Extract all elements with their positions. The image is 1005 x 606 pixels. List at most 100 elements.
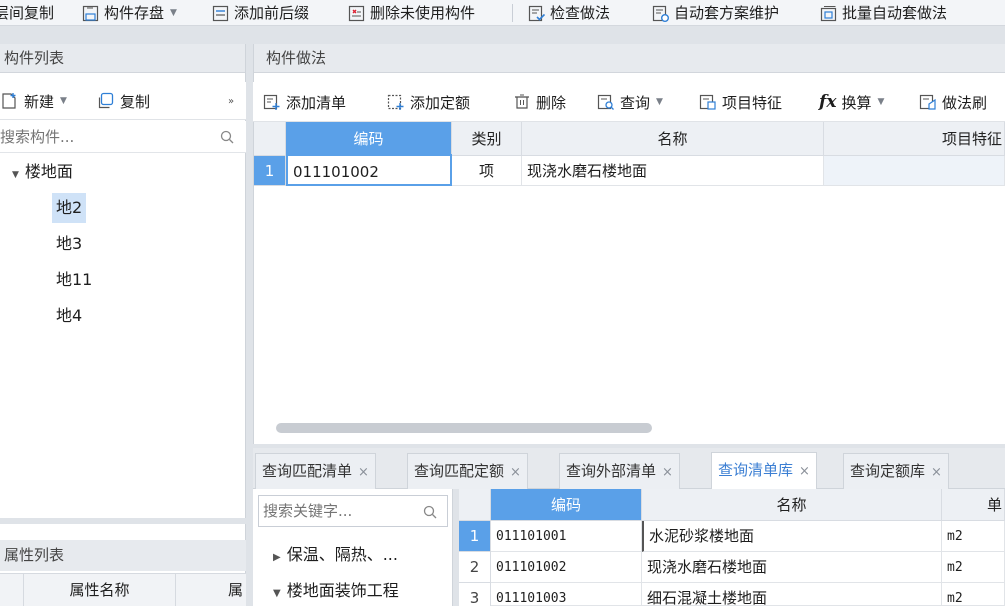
search-icon[interactable] [423,505,437,519]
close-icon[interactable]: × [510,465,521,480]
component-search-input[interactable] [0,124,240,150]
column-header-code[interactable]: 编码 [286,122,452,156]
tab-quota-library[interactable]: 查询定额库 × [843,453,949,489]
chevron-down-icon[interactable]: ▼ [877,97,884,107]
copy-component-label: 复制 [120,92,151,111]
new-file-icon [2,93,16,109]
column-header-type[interactable]: 类别 [452,122,522,156]
tab-match-quota[interactable]: 查询匹配定额 × [407,453,528,489]
feature-icon [699,94,716,110]
chevron-down-icon[interactable]: ▼ [656,97,663,107]
check-method-button[interactable]: 检查做法 [528,0,610,25]
row-number[interactable]: 2 [459,552,491,583]
cell-name[interactable]: 现浇水磨石楼地面 [642,552,942,583]
delete-unused-label: 删除未使用构件 [370,4,476,22]
row-number[interactable]: 3 [459,583,491,606]
cell-code[interactable]: 011101002 [491,552,642,583]
keyword-search-box [258,495,448,527]
cell-name[interactable]: 水泥砂浆楼地面 [642,521,942,552]
tab-list-library[interactable]: 查询清单库 × [711,452,817,489]
delete-unused-button[interactable]: 删除未使用构件 [348,0,476,25]
cell-feature[interactable] [824,156,1005,186]
tree-node-floor-decoration[interactable]: ▼ 楼地面装饰工程 [273,577,399,605]
column-header-name[interactable]: 名称 [522,122,824,156]
tree-node-floor[interactable]: ▼ 楼地面 [12,157,73,187]
method-brush-button[interactable]: 做法刷 [919,90,987,114]
horizontal-scrollbar[interactable] [276,423,652,433]
chevron-right-icon[interactable]: ▶ [273,552,281,563]
cell-unit[interactable]: m2 [942,521,1005,552]
close-icon[interactable]: × [662,465,673,480]
cell-unit[interactable]: m2 [942,583,1005,606]
tree-item-di2[interactable]: 地2 [52,193,87,223]
tree-item-label: 地4 [56,306,83,325]
main-toolbar: 层间复制 构件存盘 ▼ 添加前后缀 删除未使用构件 检查做法 自动套方案维护 批… [0,0,1005,26]
tab-label: 查询定额库 [850,462,926,480]
method-brush-label: 做法刷 [942,93,988,112]
search-icon[interactable] [220,130,234,144]
add-quota-icon [387,94,404,110]
cell-code[interactable]: 011101002 [286,154,452,186]
tab-label: 查询匹配定额 [414,462,505,480]
add-list-button[interactable]: 添加清单 [263,90,346,114]
close-icon[interactable]: × [799,464,810,479]
item-feature-button[interactable]: 项目特征 [699,90,782,114]
cell-code[interactable]: 011101001 [491,521,642,552]
check-list-icon [528,5,545,21]
property-name-header: 属性名称 [24,574,176,606]
tree-node-insulation[interactable]: ▶ 保温、隔热、... [273,541,398,569]
chevron-down-icon[interactable]: ▼ [12,170,19,180]
cell-name[interactable]: 细石混凝土楼地面 [642,583,942,606]
copy-component-button[interactable]: 复制 [96,90,150,112]
tree-item-label: 地3 [56,234,83,253]
tree-item-di3[interactable]: 地3 [56,229,82,259]
query-button[interactable]: 查询 ▼ [597,90,663,114]
floor-copy-button[interactable]: 层间复制 [0,0,54,25]
tree-item-di4[interactable]: 地4 [56,301,82,331]
tree-item-label: 地11 [56,270,93,289]
function-icon: fx [819,92,837,112]
tab-match-list[interactable]: 查询匹配清单 × [255,453,376,489]
row-number[interactable]: 1 [459,521,491,552]
column-header-feature[interactable]: 项目特征 [824,122,1005,156]
prefix-icon [212,5,229,21]
item-feature-label: 项目特征 [722,93,783,112]
component-method-title: 构件做法 [254,44,1005,73]
column-header-code[interactable]: 编码 [491,489,642,521]
row-number[interactable]: 1 [254,156,286,186]
add-quota-button[interactable]: 添加定额 [387,90,470,114]
cell-unit[interactable]: m2 [942,552,1005,583]
batch-icon [820,5,837,21]
add-prefix-suffix-button[interactable]: 添加前后缀 [212,0,309,25]
add-list-icon [263,94,280,110]
chevron-down-icon[interactable]: ▼ [273,588,281,599]
method-toolbar: 添加清单 添加定额 删除 查询 ▼ 项目特征 fx 换算 ▼ 做法刷 [253,82,1005,122]
cell-code[interactable]: 011101003 [491,583,642,606]
keyword-search-input[interactable] [263,499,413,523]
chevron-down-icon[interactable]: ▼ [60,96,67,106]
column-header-name[interactable]: 名称 [642,489,942,521]
component-save-button[interactable]: 构件存盘 ▼ [82,0,177,25]
new-component-button[interactable]: 新建 ▼ [0,90,67,112]
add-quota-label: 添加定额 [410,93,471,112]
auto-scheme-button[interactable]: 自动套方案维护 [652,0,779,25]
list-library-grid: 编码 名称 单 1 011101001 水泥砂浆楼地面 m2 2 0111010… [459,489,1005,606]
delete-button[interactable]: 删除 [513,90,566,114]
column-header-unit[interactable]: 单 [942,489,1005,521]
component-search-box [0,121,246,153]
expand-toolbar-icon[interactable]: » [228,90,234,112]
grid-corner [459,489,491,521]
property-row-num-header [0,574,24,606]
tree-item-di11[interactable]: 地11 [56,265,92,295]
tab-external-list[interactable]: 查询外部清单 × [559,453,680,489]
cell-type[interactable]: 项 [452,156,522,186]
convert-button[interactable]: fx 换算 ▼ [819,90,884,114]
close-icon[interactable]: × [931,465,942,480]
batch-auto-button[interactable]: 批量自动套做法 [820,0,947,25]
cell-name[interactable]: 现浇水磨石楼地面 [522,156,824,186]
list-library-tree-panel: ▶ 保温、隔热、... ▼ 楼地面装饰工程 [253,489,453,606]
copy-icon [98,92,114,109]
convert-label: 换算 [841,93,872,112]
close-icon[interactable]: × [358,465,369,480]
chevron-down-icon[interactable]: ▼ [170,1,177,25]
